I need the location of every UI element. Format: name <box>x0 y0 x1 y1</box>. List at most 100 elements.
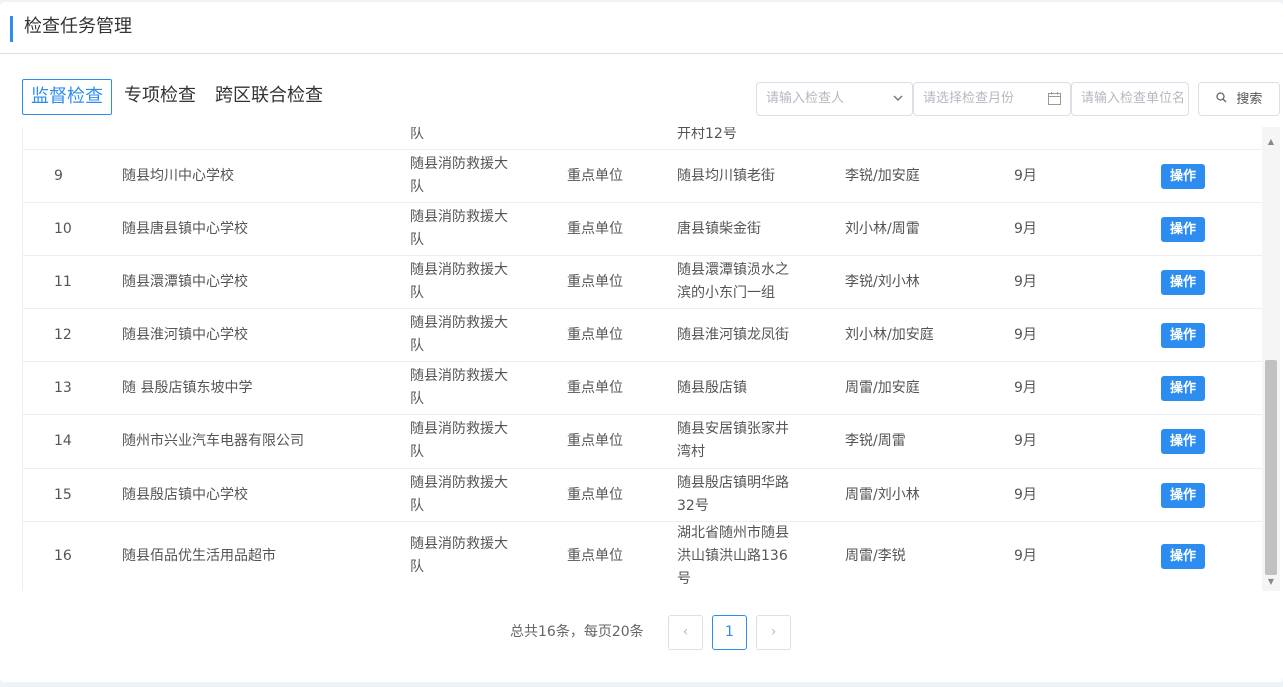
table-row: 14 随州市兴业汽车电器有限公司 随县消防救援大 队 重点单位 随县安居镇张家井… <box>23 415 1264 469</box>
table-row-partial: 队 开村12号 <box>23 127 1264 150</box>
row-team-line1: 随县消防救援大 <box>410 156 508 172</box>
search-button[interactable]: 搜索 <box>1198 82 1280 116</box>
calendar-icon <box>1048 83 1061 115</box>
row-month: 9月 <box>1014 487 1037 503</box>
table-row: 10 随县唐县镇中心学校 随县消防救援大 队 重点单位 唐县镇柴金街 刘小林/周… <box>23 203 1264 256</box>
row-unit-name: 随县唐县镇中心学校 <box>122 221 248 237</box>
row-unit-type: 重点单位 <box>567 168 623 184</box>
table-row: 13 随 县殷店镇东坡中学 随县消防救援大 队 重点单位 随县殷店镇 周雷/加安… <box>23 362 1264 415</box>
row-address: 唐县镇柴金街 <box>677 221 761 237</box>
row-address-line1: 随县殷店镇明华路 <box>677 475 789 491</box>
tab-special-inspection[interactable]: 专项检查 <box>124 79 196 115</box>
row-inspectors: 周雷/加安庭 <box>845 380 920 396</box>
row-unit-type: 重点单位 <box>567 274 623 290</box>
operate-button[interactable]: 操作 <box>1161 323 1205 348</box>
inspection-table: 队 开村12号 9 随县均川中心学校 随县消防救援大 队 重点单位 随县均川镇老… <box>22 127 1280 591</box>
tab-supervision-inspection[interactable]: 监督检查 <box>22 79 112 115</box>
unit-search-placeholder: 请输入检查单位名 <box>1081 91 1186 106</box>
row-month: 9月 <box>1014 327 1037 343</box>
row-index: 15 <box>54 487 72 503</box>
scroll-down-arrow-icon[interactable]: ▼ <box>1262 575 1280 589</box>
unit-search-input[interactable]: 请输入检查单位名 <box>1071 82 1189 116</box>
operate-button[interactable]: 操作 <box>1161 544 1205 569</box>
operate-button[interactable]: 操作 <box>1161 429 1205 454</box>
scroll-up-arrow-icon[interactable]: ▲ <box>1262 135 1280 149</box>
row-inspectors: 周雷/刘小林 <box>845 487 920 503</box>
row-team-line2: 队 <box>410 127 424 142</box>
row-month: 9月 <box>1014 168 1037 184</box>
next-page-button[interactable]: › <box>756 615 791 650</box>
row-unit-type: 重点单位 <box>567 221 623 237</box>
row-address-line1: 湖北省随州市随县 <box>677 525 789 541</box>
row-unit-name: 随县佰品优生活用品超市 <box>122 548 276 564</box>
row-unit-type: 重点单位 <box>567 327 623 343</box>
scrollbar-thumb[interactable] <box>1265 360 1277 575</box>
operate-button[interactable]: 操作 <box>1161 483 1205 508</box>
row-inspectors: 李锐/周雷 <box>845 433 906 449</box>
row-inspectors: 李锐/刘小林 <box>845 274 920 290</box>
row-month: 9月 <box>1014 274 1037 290</box>
table-row: 16 随县佰品优生活用品超市 随县消防救援大 队 重点单位 湖北省随州市随县 洪… <box>23 522 1264 591</box>
row-address: 随县殷店镇 <box>677 380 747 396</box>
row-unit-name: 随县澴潭镇中心学校 <box>122 274 248 290</box>
row-address-line3: 号 <box>677 571 691 587</box>
inspector-select[interactable]: 请输入检查人 <box>756 82 913 116</box>
row-month: 9月 <box>1014 380 1037 396</box>
page-header: 检查任务管理 <box>0 2 1283 54</box>
operate-button[interactable]: 操作 <box>1161 217 1205 242</box>
operate-button[interactable]: 操作 <box>1161 376 1205 401</box>
inspector-select-placeholder: 请输入检查人 <box>766 91 845 106</box>
month-picker[interactable]: 请选择检查月份 <box>913 82 1071 116</box>
page-number-button[interactable]: 1 <box>712 615 747 650</box>
row-team-line1: 随县消防救援大 <box>410 315 508 331</box>
row-team-line1: 随县消防救援大 <box>410 209 508 225</box>
row-team-line1: 随县消防救援大 <box>410 368 508 384</box>
row-address: 开村12号 <box>677 127 737 142</box>
page-title: 检查任务管理 <box>24 16 132 37</box>
row-team-line2: 队 <box>410 444 424 460</box>
row-team-line1: 随县消防救援大 <box>410 475 508 491</box>
row-team-line2: 队 <box>410 232 424 248</box>
row-team-line1: 随县消防救援大 <box>410 421 508 437</box>
row-index: 12 <box>54 327 72 343</box>
title-accent-bar <box>10 16 13 42</box>
row-unit-name: 随县殷店镇中心学校 <box>122 487 248 503</box>
month-picker-placeholder: 请选择检查月份 <box>923 91 1015 106</box>
search-icon <box>1215 92 1231 106</box>
table-scrollbar[interactable]: ▲ ▼ <box>1262 127 1280 591</box>
tab-cross-region-inspection[interactable]: 跨区联合检查 <box>215 79 323 115</box>
table-row: 11 随县澴潭镇中心学校 随县消防救援大 队 重点单位 随县澴潭镇涢水之 滨的小… <box>23 256 1264 309</box>
row-address: 随县均川镇老街 <box>677 168 775 184</box>
row-inspectors: 刘小林/周雷 <box>845 221 920 237</box>
row-unit-type: 重点单位 <box>567 487 623 503</box>
row-inspectors: 刘小林/加安庭 <box>845 327 934 343</box>
chevron-down-icon <box>893 83 903 115</box>
row-month: 9月 <box>1014 433 1037 449</box>
row-index: 14 <box>54 433 72 449</box>
row-index: 13 <box>54 380 72 396</box>
table-row: 12 随县淮河镇中心学校 随县消防救援大 队 重点单位 随县淮河镇龙凤街 刘小林… <box>23 309 1264 362</box>
row-team-line2: 队 <box>410 391 424 407</box>
row-unit-type: 重点单位 <box>567 433 623 449</box>
operate-button[interactable]: 操作 <box>1161 164 1205 189</box>
table-row: 9 随县均川中心学校 随县消防救援大 队 重点单位 随县均川镇老街 李锐/加安庭… <box>23 150 1264 203</box>
row-address-line2: 滨的小东门一组 <box>677 285 775 301</box>
row-address-line2: 洪山镇洪山路136 <box>677 548 788 564</box>
row-inspectors: 周雷/李锐 <box>845 548 906 564</box>
row-month: 9月 <box>1014 548 1037 564</box>
row-unit-name: 随县均川中心学校 <box>122 168 234 184</box>
row-team-line2: 队 <box>410 559 424 575</box>
row-index: 10 <box>54 221 72 237</box>
row-inspectors: 李锐/加安庭 <box>845 168 920 184</box>
row-team-line1: 随县消防救援大 <box>410 536 508 552</box>
row-team-line2: 队 <box>410 498 424 514</box>
row-address: 随县淮河镇龙凤街 <box>677 327 789 343</box>
row-unit-name: 随州市兴业汽车电器有限公司 <box>122 433 304 449</box>
row-unit-name: 随县淮河镇中心学校 <box>122 327 248 343</box>
row-address-line1: 随县安居镇张家井 <box>677 421 789 437</box>
row-unit-type: 重点单位 <box>567 548 623 564</box>
operate-button[interactable]: 操作 <box>1161 270 1205 295</box>
prev-page-button[interactable]: ‹ <box>668 615 703 650</box>
row-team-line2: 队 <box>410 285 424 301</box>
row-index: 9 <box>54 168 63 184</box>
